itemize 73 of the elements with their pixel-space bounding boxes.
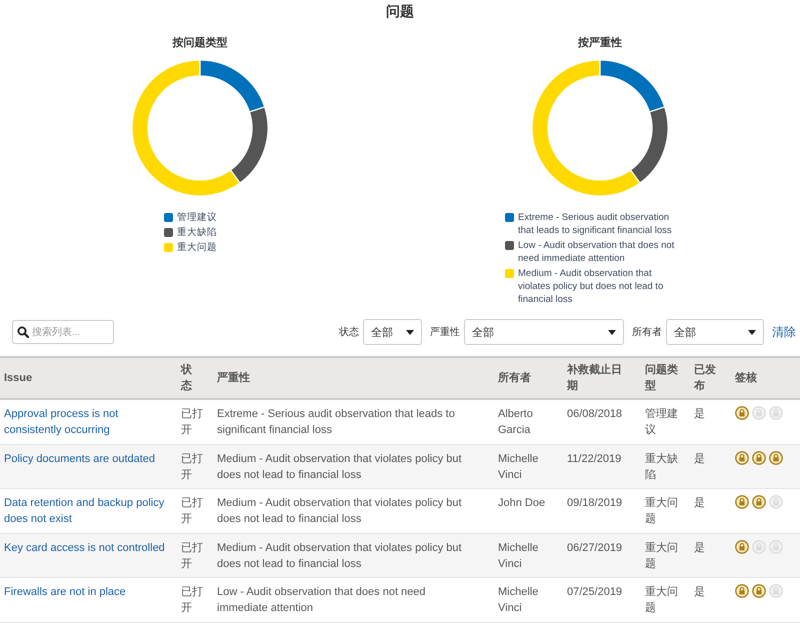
lock-icon[interactable]	[735, 540, 749, 554]
table-cell-text: Medium - Audit observation that violates policy but does not lead to financial loss	[216, 452, 463, 483]
table-cell-text: 是	[693, 585, 706, 600]
table-cell-text: 已打开	[180, 540, 204, 572]
legend-label: Low - Audit observation that does not need immediate attention	[518, 239, 676, 265]
issue-link[interactable]: Firewalls are not in place	[4, 584, 173, 600]
table-cell-text: 重大问题	[644, 540, 679, 572]
table-cell-text: 重大缺陷	[644, 452, 679, 483]
column-header[interactable]: 问题类型	[641, 362, 690, 394]
table-cell-text: 是	[693, 452, 706, 467]
table-cell-text: 07/25/2019	[566, 585, 624, 600]
lock-icon[interactable]	[735, 495, 749, 510]
column-header[interactable]: 所有者	[494, 370, 563, 386]
filter-dropdown[interactable]: 全部	[464, 319, 624, 345]
table-cell-text: 是	[693, 496, 706, 512]
table-cell-text: 09/18/2019	[566, 496, 624, 512]
page-title: 问题	[385, 2, 415, 21]
table-cell-text: 已打开	[180, 585, 204, 616]
lock-icon[interactable]	[735, 584, 749, 598]
lock-icon[interactable]	[735, 450, 749, 465]
filter-dropdown[interactable]: 全部	[363, 319, 422, 345]
column-header[interactable]: 已发布	[690, 362, 731, 394]
table-cell-text: 管理建议	[644, 407, 679, 438]
table-cell-text: Extreme - Serious audit observation that leads to significant financial loss	[216, 407, 456, 438]
caret-icon	[608, 330, 616, 334]
filter-label: 所有者	[632, 326, 662, 339]
table-cell-text: John Doe	[497, 496, 546, 512]
caret-icon	[406, 330, 414, 334]
table-cell-text: Medium - Audit observation that violates policy but does not lead to financial loss	[216, 540, 463, 572]
table-cell-text: 已打开	[180, 407, 204, 438]
column-header[interactable]: 签核	[731, 370, 800, 386]
table-cell-text: 06/08/2018	[566, 407, 624, 422]
legend-label: Medium - Audit observation that violates policy but does not lead to financial loss	[518, 267, 664, 306]
column-header[interactable]: 状态	[177, 362, 213, 394]
table-cell-text: Michelle Vinci	[497, 452, 540, 483]
filter-label: 状态	[339, 326, 359, 339]
lock-icon[interactable]	[735, 406, 749, 420]
column-header[interactable]: 补救截止日期	[563, 362, 641, 394]
table-cell-text: 11/22/2019	[566, 452, 622, 467]
issue-link[interactable]: Data retention and backup policy does not exist	[4, 495, 173, 528]
lock-icon[interactable]	[752, 450, 766, 465]
table-cell-text: Michelle Vinci	[497, 540, 540, 572]
legend-label: Extreme - Serious audit observation that leads to significant financial loss	[518, 211, 673, 237]
table-cell-text: 是	[693, 540, 706, 556]
legend-label: 管理建议	[177, 211, 217, 224]
filter-label: 严重性	[430, 326, 460, 339]
table-cell-text: 已打开	[180, 452, 204, 483]
issue-link[interactable]: Approval process is not consistently occurring	[4, 406, 173, 438]
table-cell-text: Michelle Vinci	[497, 585, 540, 616]
search-icon	[17, 326, 29, 338]
clear-link[interactable]: 清除	[772, 324, 796, 340]
table-cell-text: 06/27/2019	[566, 540, 624, 556]
column-header[interactable]: 严重性	[213, 370, 494, 386]
column-header[interactable]: Issue	[0, 370, 177, 386]
table-cell-text: Alberto Garcia	[497, 407, 534, 438]
table-cell-text: 已打开	[180, 496, 204, 528]
issue-link[interactable]: Key card access is not controlled	[4, 540, 173, 556]
search-field[interactable]: 搜索列表...	[12, 320, 114, 344]
table-cell-text: Medium - Audit observation that violates policy but does not lead to financial loss	[216, 496, 463, 528]
lock-icon[interactable]	[752, 495, 766, 510]
lock-icon[interactable]	[769, 450, 783, 465]
lock-icon[interactable]	[752, 584, 766, 598]
table-cell-text: 重大问题	[644, 585, 679, 616]
table-cell-text: 重大问题	[644, 496, 679, 528]
issue-link[interactable]: Policy documents are outdated	[4, 450, 173, 467]
table-cell-text: 是	[693, 407, 706, 422]
legend-label: 重大缺陷	[177, 226, 217, 239]
chart-title: 按严重性	[578, 36, 622, 51]
table-cell-text: Low - Audit observation that does not need immediate attention	[216, 585, 427, 616]
caret-icon	[748, 330, 756, 334]
legend-label: 重大问题	[177, 241, 217, 254]
filter-dropdown[interactable]: 全部	[666, 319, 764, 345]
chart-title: 按问题类型	[172, 36, 228, 51]
